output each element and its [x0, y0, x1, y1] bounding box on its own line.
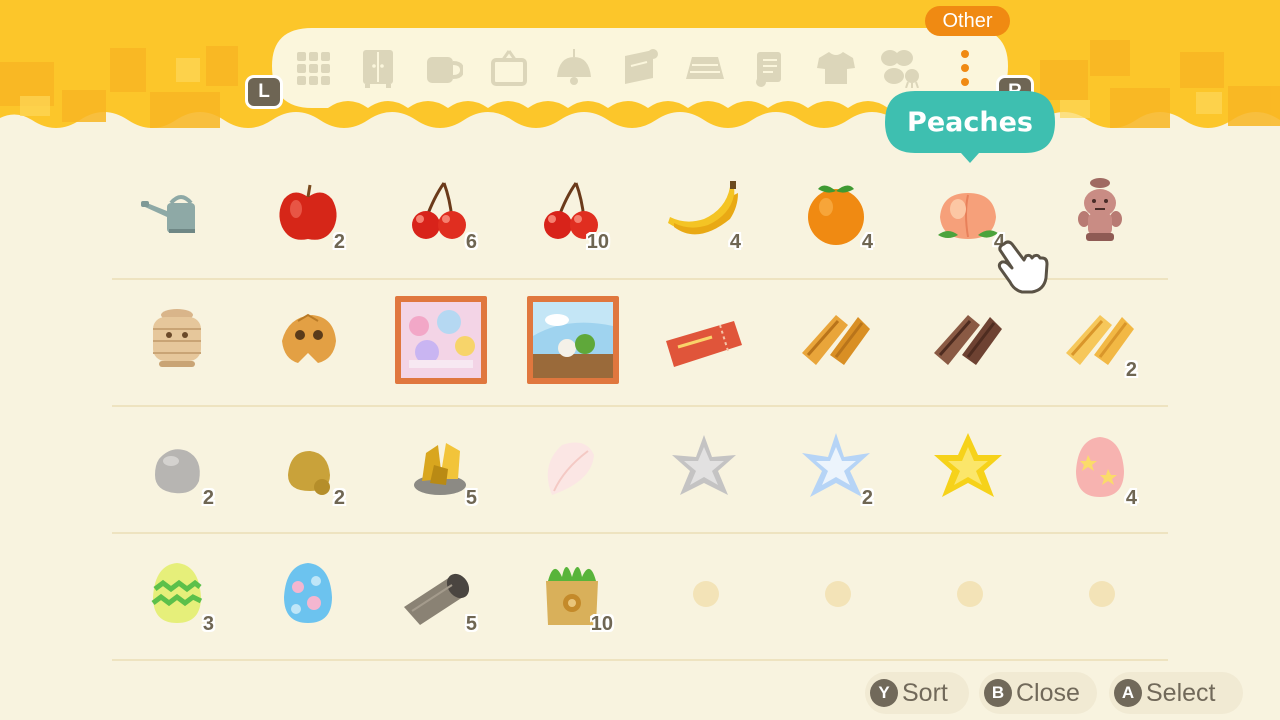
hardwood-icon: [934, 315, 1002, 365]
inventory-slot-cherry[interactable]: 10: [517, 158, 627, 268]
empty-slot[interactable]: [1089, 581, 1115, 607]
tab-grid[interactable]: [291, 46, 335, 90]
item-quantity: 10: [586, 231, 609, 253]
scroll-icon: [756, 52, 781, 87]
inventory-slot-star-fragment[interactable]: [649, 414, 759, 524]
tab-clothing[interactable]: [814, 46, 858, 90]
row-divider: [112, 659, 1168, 661]
frame-icon: [491, 50, 527, 86]
shirt-icon: [817, 52, 855, 84]
category-label: Other: [925, 6, 1010, 36]
wicker-gyroid-icon: [153, 309, 201, 367]
tab-wall-mounted[interactable]: [487, 46, 531, 90]
painting-icon: [527, 296, 619, 384]
inventory-slot-egg[interactable]: [253, 540, 363, 650]
item-quantity: 4: [861, 231, 873, 253]
inventory-slot-petal[interactable]: [517, 414, 627, 524]
item-quantity: 3: [202, 613, 214, 635]
hand-cursor-icon: [992, 238, 1052, 296]
inventory-slot-cherry[interactable]: 6: [385, 158, 495, 268]
tab-recipes[interactable]: [748, 46, 792, 90]
inventory-slot-turnip-bag[interactable]: 10: [517, 540, 627, 650]
item-quantity: 5: [465, 487, 477, 509]
mug-icon: [427, 57, 463, 83]
item-quantity: 2: [333, 487, 345, 509]
rug-icon: [686, 57, 724, 79]
item-quantity: 6: [465, 231, 477, 253]
watering-can-icon: [141, 195, 195, 233]
grid-icon: [297, 52, 330, 85]
tab-other[interactable]: [943, 46, 987, 90]
empty-slot[interactable]: [957, 581, 983, 607]
inventory-slot-painting[interactable]: [385, 286, 495, 396]
shoulder-button-left[interactable]: L: [248, 78, 280, 106]
select-button[interactable]: A Select: [1109, 672, 1243, 714]
empty-slot[interactable]: [825, 581, 851, 607]
egg-icon: [284, 563, 332, 623]
inventory-slot-softwood[interactable]: 2: [1045, 286, 1155, 396]
star-fragment-icon: [672, 435, 736, 495]
more-icon: [961, 50, 969, 86]
inventory-slot-watering-can[interactable]: [122, 158, 232, 268]
bug-fish-icon: [881, 50, 919, 88]
painting-icon: [395, 296, 487, 384]
wardrobe-icon: [363, 50, 393, 88]
tab-floors[interactable]: [683, 46, 727, 90]
wallpaper-icon: [625, 49, 658, 84]
inventory-slot-gyroid-fragment[interactable]: [253, 286, 363, 396]
gyroid-fragment-icon: [282, 313, 336, 363]
item-quantity: 2: [333, 231, 345, 253]
row-divider: [112, 405, 1168, 407]
inventory-slot-star-fragment[interactable]: 2: [781, 414, 891, 524]
y-button-icon: Y: [870, 679, 898, 707]
a-button-icon: A: [1114, 679, 1142, 707]
inventory-slot-gold-nugget[interactable]: 5: [385, 414, 495, 524]
select-label: Select: [1146, 678, 1216, 707]
star-fragment-icon: [934, 433, 1002, 497]
lamp-icon: [557, 49, 591, 85]
sort-button[interactable]: Y Sort: [865, 672, 969, 714]
wood-icon: [802, 315, 870, 365]
tab-wallpaper[interactable]: [618, 46, 662, 90]
empty-slot[interactable]: [693, 581, 719, 607]
inventory-slot-ticket[interactable]: [649, 286, 759, 396]
inventory-slot-clay[interactable]: 2: [253, 414, 363, 524]
inventory-slot-stone[interactable]: 2: [122, 414, 232, 524]
close-button[interactable]: B Close: [979, 672, 1097, 714]
inventory-slot-wood[interactable]: [781, 286, 891, 396]
inventory-slot-egg[interactable]: 4: [1045, 414, 1155, 524]
tab-miscellaneous[interactable]: [422, 46, 466, 90]
inventory-slot-gyroid[interactable]: [1045, 158, 1155, 268]
item-quantity: 4: [729, 231, 741, 253]
item-quantity: 2: [202, 487, 214, 509]
row-divider: [112, 532, 1168, 534]
inventory-slot-apple[interactable]: 2: [253, 158, 363, 268]
tab-creatures[interactable]: [879, 46, 923, 90]
inventory-slot-wicker-gyroid[interactable]: [122, 286, 232, 396]
inventory-slot-banana[interactable]: 4: [649, 158, 759, 268]
ticket-icon: [666, 321, 742, 367]
petal-icon: [547, 442, 594, 495]
gyroid-icon: [1078, 178, 1122, 241]
inventory-slot-orange[interactable]: 4: [781, 158, 891, 268]
sort-label: Sort: [902, 678, 948, 707]
inventory-slot-egg[interactable]: 3: [122, 540, 232, 650]
item-quantity: 2: [1125, 359, 1137, 381]
tab-housewares[interactable]: [356, 46, 400, 90]
item-name-tooltip: Peaches: [885, 91, 1055, 163]
item-quantity: 2: [861, 487, 873, 509]
item-quantity: 5: [465, 613, 477, 635]
tab-ceiling[interactable]: [552, 46, 596, 90]
inventory-slot-hardwood[interactable]: [913, 286, 1023, 396]
inventory-slot-star-fragment[interactable]: [913, 414, 1023, 524]
tooltip-label: Peaches: [907, 106, 1033, 138]
item-quantity: 10: [590, 613, 613, 635]
close-label: Close: [1016, 678, 1080, 707]
b-button-icon: B: [984, 679, 1012, 707]
inventory-slot-painting[interactable]: [517, 286, 627, 396]
inventory-slot-rug-roll[interactable]: 5: [385, 540, 495, 650]
item-quantity: 4: [1125, 487, 1137, 509]
